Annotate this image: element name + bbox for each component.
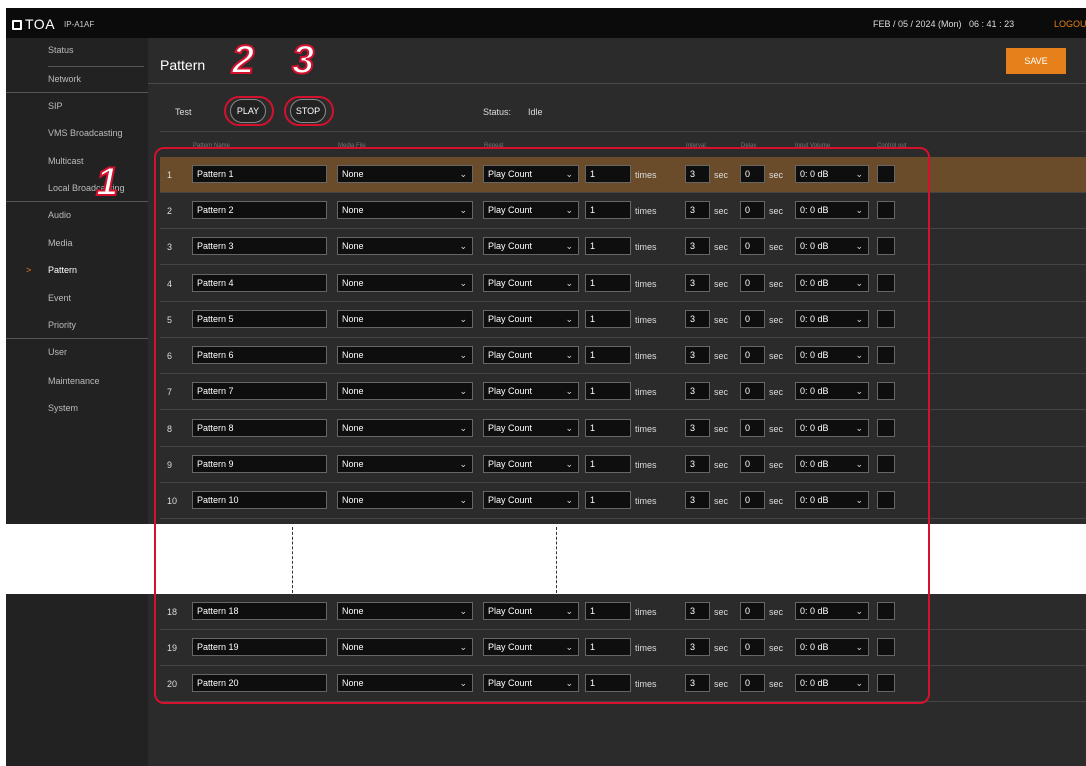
sidebar-divider xyxy=(48,66,144,67)
sidebar-divider xyxy=(6,338,148,339)
sidebar xyxy=(6,38,148,524)
sidebar-item-event[interactable]: Event xyxy=(48,293,71,303)
divider xyxy=(160,131,1086,132)
sidebar-divider xyxy=(6,92,148,93)
sidebar-item-system[interactable]: System xyxy=(48,403,78,413)
sidebar-item-network[interactable]: Network xyxy=(48,74,81,84)
callout-number-1: 1 xyxy=(95,159,119,205)
sidebar-item-status[interactable]: Status xyxy=(48,45,74,55)
callout-number-2: 2 xyxy=(231,37,255,83)
status-label: Status: xyxy=(483,107,512,117)
callout-frame-table xyxy=(154,147,930,704)
toa-logo-icon xyxy=(12,20,22,30)
sidebar-item-multicast[interactable]: Multicast xyxy=(48,156,84,166)
callout-frame-stop xyxy=(284,96,334,126)
divider xyxy=(148,83,1086,84)
toa-logo: TOA xyxy=(12,16,55,32)
sidebar-item-priority[interactable]: Priority xyxy=(48,320,76,330)
model-name: IP-A1AF xyxy=(64,20,95,29)
sidebar-item-media[interactable]: Media xyxy=(48,238,73,248)
chevron-right-icon: > xyxy=(26,265,32,275)
sidebar-lower xyxy=(6,594,148,766)
logout-link[interactable]: LOGOUT xyxy=(1054,19,1086,29)
sidebar-divider xyxy=(6,201,148,202)
top-bar: TOA IP-A1AF FEB / 05 / 2024 (Mon) 06 : 4… xyxy=(6,8,1086,38)
callout-frame-play xyxy=(224,96,274,126)
sidebar-item-sip[interactable]: SIP xyxy=(48,101,63,111)
sidebar-item-maintenance[interactable]: Maintenance xyxy=(48,376,100,386)
sidebar-item-vms-broadcasting[interactable]: VMS Broadcasting xyxy=(48,128,123,138)
sidebar-item-audio[interactable]: Audio xyxy=(48,210,71,220)
test-label: Test xyxy=(175,107,192,117)
save-button[interactable]: SAVE xyxy=(1006,48,1066,74)
status-value: Idle xyxy=(528,107,543,117)
date-time: FEB / 05 / 2024 (Mon) 06 : 41 : 23 xyxy=(873,19,1015,29)
page-title: Pattern xyxy=(160,57,206,73)
sidebar-item-user[interactable]: User xyxy=(48,347,67,357)
sidebar-item-pattern[interactable]: Pattern xyxy=(48,265,77,275)
callout-number-3: 3 xyxy=(291,37,315,83)
